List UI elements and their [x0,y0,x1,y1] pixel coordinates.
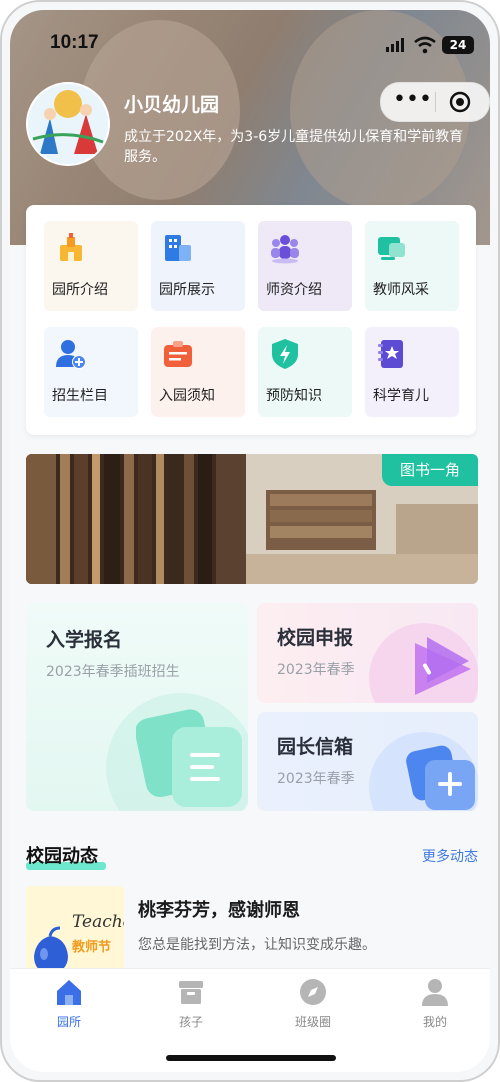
notice-icon [164,341,192,367]
school-logo [26,82,110,166]
battery-indicator: 24 [442,36,474,54]
add-user-icon [56,340,86,369]
news-thumbnail: Teache 教师节 [26,886,124,974]
tab-label: 园所 [56,1015,81,1029]
library-tag: 图书一角 [382,454,478,486]
enroll-subtitle: 2023年春季插班招生 [46,664,180,680]
news-section-header: 校园动态 更多动态 [26,842,478,874]
menu-item-prevention-knowledge[interactable]: 预防知识 [258,327,352,417]
enroll-title: 入学报名 [46,629,123,651]
tab-class-circle[interactable]: 班级圈 [278,977,348,1037]
menu-item-label: 园所介绍 [52,282,108,298]
campus-report-card[interactable]: 校园申报 2023年春季 [257,603,478,703]
person-icon [422,979,448,1006]
menu-item-admission-notice[interactable]: 入园须知 [151,327,245,417]
bottom-tab-bar: 园所 孩子 班级圈 我的 [10,968,490,1072]
more-options-icon[interactable]: ••• [393,89,432,111]
more-news-link[interactable]: 更多动态 [422,846,478,866]
tab-label: 孩子 [178,1015,203,1029]
teacher-card-icon [378,237,405,260]
menu-item-label: 园所展示 [159,282,215,298]
home-icon [57,980,81,1005]
capsule-divider [435,92,436,112]
tab-child[interactable]: 孩子 [156,977,226,1037]
news-item-description: 您总是能找到方法，让知识变成乐趣。 [138,937,376,953]
box-icon [179,981,203,1004]
menu-item-scientific-parenting[interactable]: 科学育儿 [365,327,459,417]
tab-home[interactable]: 园所 [34,977,104,1037]
menu-item-enrollment[interactable]: 招生栏目 [44,327,138,417]
tab-label: 我的 [422,1015,447,1029]
library-banner[interactable]: 图书一角 [26,454,478,584]
mini-program-capsule[interactable]: ••• [380,82,490,122]
school-description: 成立于202X年，为3-6岁儿童提供幼儿保育和学前教育服务。 [124,129,464,165]
play-illustration-icon [415,637,471,695]
star-book-icon [378,340,403,368]
feature-menu-card: 园所介绍 园所展示 师资介绍 教师风采 招生栏目 入园须知 预防知识 科学育儿 [26,205,476,435]
menu-item-label: 师资介绍 [266,282,322,298]
menu-item-label: 入园须知 [159,388,215,404]
teachers-group-icon [271,235,299,264]
thumbnail-text-en: Teache [72,912,124,932]
menu-item-campus-display[interactable]: 园所展示 [151,221,245,311]
menu-item-teacher-style[interactable]: 教师风采 [365,221,459,311]
close-miniprogram-icon[interactable] [449,91,471,113]
wifi-icon [414,36,436,54]
shield-lightning-icon [272,339,298,369]
tab-mine[interactable]: 我的 [400,977,470,1037]
menu-item-school-intro[interactable]: 园所介绍 [44,221,138,311]
menu-item-label: 招生栏目 [52,388,108,404]
home-indicator[interactable] [166,1055,336,1061]
campus-report-title: 校园申报 [277,627,354,649]
compass-icon [300,979,326,1005]
campus-report-subtitle: 2023年春季 [277,662,355,678]
principal-mailbox-title: 园长信箱 [277,736,354,758]
add-mail-illustration-icon [406,745,475,810]
menu-item-label: 科学育儿 [373,388,429,404]
school-logo-illustration [28,84,108,164]
school-name: 小贝幼儿园 [124,94,220,116]
device-frame: 10:17 24 ••• 小贝幼儿园 成立于202X年，为3-6岁儿童提供幼儿保… [0,0,500,1082]
enroll-card[interactable]: 入学报名 2023年春季插班招生 [26,603,248,811]
news-item[interactable]: Teache 教师节 桃李芬芳，感谢师恩 您总是能找到方法，让知识变成乐趣。 [26,886,478,976]
status-time: 10:17 [50,32,99,53]
menu-item-label: 教师风采 [373,282,429,298]
app-screen: 10:17 24 ••• 小贝幼儿园 成立于202X年，为3-6岁儿童提供幼儿保… [10,10,490,1072]
school-building-icon [60,233,82,261]
thumbnail-text-cn: 教师节 [72,940,112,955]
buildings-icon [165,235,191,261]
news-item-title: 桃李芬芳，感谢师恩 [138,900,300,921]
apple-mascot-icon [34,926,68,974]
principal-mailbox-subtitle: 2023年春季 [277,771,355,787]
signal-icon [386,38,404,52]
news-section-title: 校园动态 [26,846,98,867]
menu-item-faculty-intro[interactable]: 师资介绍 [258,221,352,311]
principal-mailbox-card[interactable]: 园长信箱 2023年春季 [257,712,478,811]
status-bar: 10:17 24 [10,32,490,60]
tab-label: 班级圈 [294,1015,331,1029]
document-illustration-icon [136,709,242,807]
menu-item-label: 预防知识 [266,388,322,404]
